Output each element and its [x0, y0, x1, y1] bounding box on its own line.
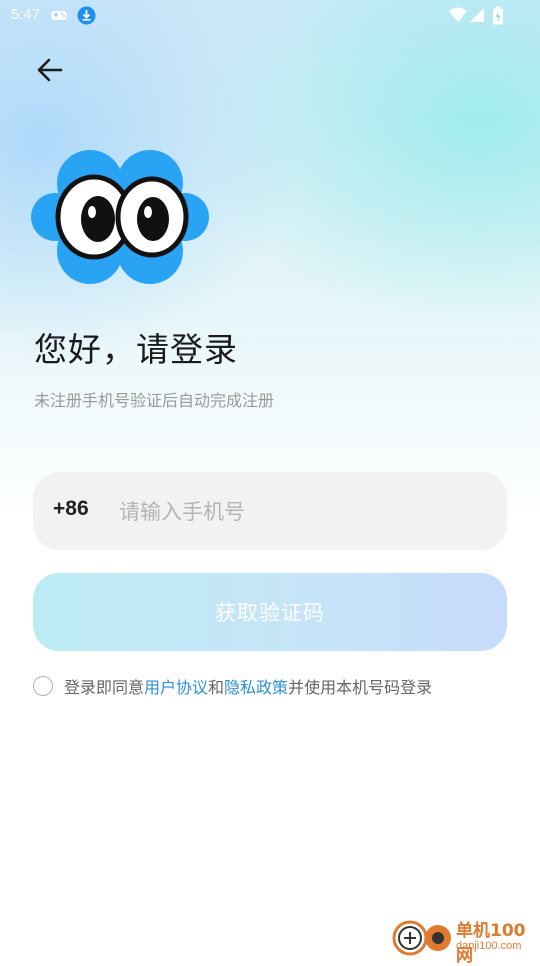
agreement-prefix: 登录即同意	[64, 678, 145, 697]
status-time: 5:47	[11, 6, 41, 23]
watermark-logo-icon	[392, 920, 451, 956]
page-subtitle: 未注册手机号验证后自动完成注册	[34, 391, 275, 410]
app-logo	[30, 148, 212, 288]
watermark-domain: danji100.com	[456, 940, 522, 952]
agreement-checkbox[interactable]	[33, 676, 53, 696]
get-code-button[interactable]: 获取验证码	[33, 573, 507, 651]
agreement-suffix: 并使用本机号码登录	[288, 678, 433, 697]
agreement-and: 和	[208, 678, 225, 697]
phone-input[interactable]	[117, 489, 481, 535]
watermark: 单机100网 danji100.com	[392, 914, 540, 966]
agreement-row: 登录即同意用户协议和隐私政策并使用本机号码登录	[33, 674, 432, 698]
battery-icon	[493, 6, 503, 25]
agreement-text: 登录即同意用户协议和隐私政策并使用本机号码登录	[64, 674, 432, 698]
page-title: 您好，请登录	[34, 330, 238, 369]
back-button[interactable]	[30, 52, 70, 88]
country-code[interactable]: +86	[53, 497, 89, 521]
eyes-cloud-logo	[31, 150, 209, 284]
signal-icon	[470, 8, 484, 22]
gamepad-icon	[51, 11, 67, 20]
user-agreement-link[interactable]: 用户协议	[144, 678, 208, 697]
privacy-policy-link[interactable]: 隐私政策	[224, 678, 288, 697]
download-icon	[77, 6, 96, 25]
status-bar: 5:47	[0, 0, 540, 32]
phone-input-container: +86	[33, 472, 507, 550]
wifi-icon	[449, 7, 467, 22]
arrow-left-icon	[37, 58, 63, 82]
